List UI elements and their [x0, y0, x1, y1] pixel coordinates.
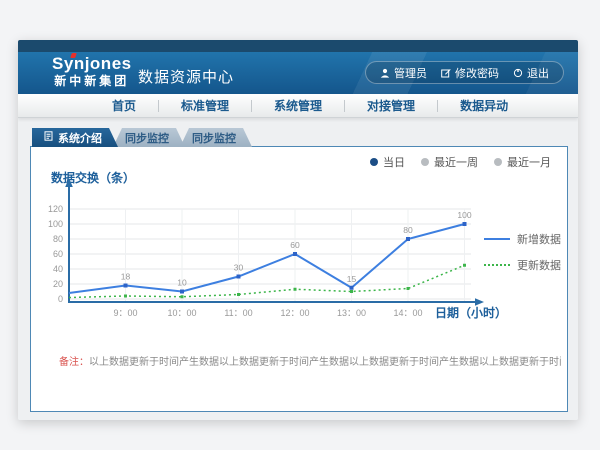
user-menu: 管理员 修改密码 退出 [365, 61, 564, 84]
footnote: 备注：以上数据更新于时间产生数据以上数据更新于时间产生数据以上数据更新于时间产生… [59, 353, 561, 368]
legend-新增数据: 新增数据 [484, 231, 561, 247]
x-tick-label: 12：00 [280, 308, 309, 318]
tab-系统介绍-0[interactable]: 系统介绍 [32, 128, 118, 147]
tab-label: 系统介绍 [58, 130, 102, 146]
y-tick-label: 80 [53, 234, 63, 244]
app-window: Synjones 新中新集团 数据资源中心 管理员修改密码退出 首页标准管理系统… [18, 40, 578, 420]
window-top-strip [18, 40, 578, 52]
user-menu-管理员[interactable]: 管理员 [380, 65, 427, 81]
data-point [237, 275, 241, 279]
logo-accent-letter: y [64, 54, 74, 73]
data-point [294, 288, 297, 291]
footnote-prefix: 备注： [59, 357, 89, 368]
footnote-text: 以上数据更新于时间产生数据以上数据更新于时间产生数据以上数据更新于时间产生数据以… [89, 357, 561, 368]
data-point [350, 290, 353, 293]
chart-panel: 当日最近一周最近一月 数据交换（条） 0204060801001209：0010… [30, 146, 568, 412]
user-menu-label: 退出 [527, 65, 549, 81]
data-point [124, 295, 127, 298]
tab-同步监控-2[interactable]: 同步监控 [180, 128, 252, 147]
page-title: 数据资源中心 [138, 66, 234, 87]
data-point [407, 287, 410, 290]
line-chart: 0 20 40 60 80 100 120 9：00 10：00 11：00 12：00 13：00 1… [31, 147, 567, 411]
data-point-label: 60 [290, 240, 300, 250]
app-header: Synjones 新中新集团 数据资源中心 管理员 修改密码 退出 [18, 52, 578, 94]
logo-pre: S [52, 54, 64, 73]
legend-label: 更新数据 [517, 257, 561, 273]
main-nav: 首页标准管理系统管理对接管理数据异动 [18, 94, 578, 118]
data-point-label: 80 [403, 225, 413, 235]
data-point [463, 264, 466, 267]
user-menu-退出[interactable]: 退出 [513, 65, 549, 81]
data-point [350, 286, 354, 290]
legend-label: 新增数据 [517, 231, 561, 247]
y-tick-label: 0 [58, 294, 63, 304]
x-tick-label: 9：00 [113, 308, 137, 318]
company-logo: Synjones 新中新集团 [52, 55, 132, 87]
tab-label: 同步监控 [192, 130, 236, 146]
nav-item-对接管理[interactable]: 对接管理 [345, 97, 437, 114]
y-tick-label: 60 [53, 249, 63, 259]
content-area: 系统介绍同步监控同步监控 当日最近一周最近一月 数据交换（条） 02040608… [18, 118, 578, 420]
chart-legend: 新增数据更新数据 [484, 231, 561, 273]
user-menu-修改密码[interactable]: 修改密码 [441, 65, 499, 81]
y-tick-label: 120 [48, 204, 63, 214]
data-point-label: 30 [234, 263, 244, 273]
data-point [181, 295, 184, 298]
x-axis-title: 日期（小时） [435, 304, 507, 321]
x-tick-label: 11：00 [224, 308, 252, 318]
nav-item-首页[interactable]: 首页 [90, 97, 158, 114]
data-point-label: 18 [121, 272, 131, 282]
user-icon [380, 68, 390, 78]
y-tick-label: 20 [53, 279, 63, 289]
data-point [180, 290, 184, 294]
logo-wordmark: Synjones [52, 55, 132, 73]
y-tick-label: 100 [48, 219, 63, 229]
data-point [293, 252, 297, 256]
edit-icon [441, 68, 451, 78]
data-point-label: 15 [347, 274, 357, 284]
legend-更新数据: 更新数据 [484, 257, 561, 273]
legend-line-sample [484, 238, 510, 240]
tab-同步监控-1[interactable]: 同步监控 [113, 128, 185, 147]
x-tick-label: 10：00 [167, 308, 196, 318]
data-point [124, 284, 128, 288]
y-axis-arrow-icon [65, 178, 73, 187]
logo-subtitle: 新中新集团 [52, 75, 132, 88]
user-menu-label: 修改密码 [455, 65, 499, 81]
data-point [237, 293, 240, 296]
legend-line-sample [484, 264, 510, 266]
x-tick-label: 14：00 [393, 308, 422, 318]
y-tick-label: 40 [53, 264, 63, 274]
document-icon [44, 131, 53, 144]
nav-item-标准管理[interactable]: 标准管理 [159, 97, 251, 114]
power-icon [513, 68, 523, 78]
logo-post: njones [74, 54, 132, 73]
nav-item-数据异动[interactable]: 数据异动 [438, 97, 530, 114]
user-menu-label: 管理员 [394, 65, 427, 81]
data-point-label: 10 [177, 278, 187, 288]
tab-label: 同步监控 [125, 130, 169, 146]
data-point-label: 100 [457, 210, 471, 220]
x-tick-label: 13：00 [337, 308, 366, 318]
data-point [406, 237, 410, 241]
nav-item-系统管理[interactable]: 系统管理 [252, 97, 344, 114]
tab-bar: 系统介绍 同步监控 同步监控 [32, 128, 252, 147]
data-point [463, 222, 467, 226]
